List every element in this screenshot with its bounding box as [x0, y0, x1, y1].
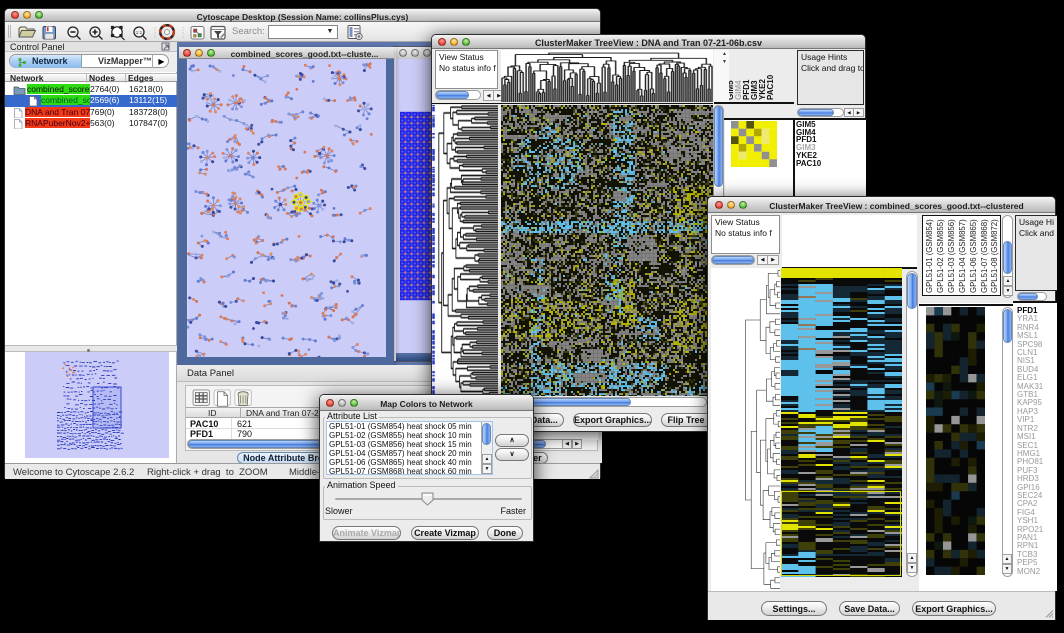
svg-text:GPL51-04 (GSM857): GPL51-04 (GSM857)	[958, 219, 967, 293]
svg-text:GPL51-06 (GSM865): GPL51-06 (GSM865)	[969, 219, 978, 293]
svg-text:1:1: 1:1	[136, 30, 143, 35]
svg-text:GPL51-07 (GSM868): GPL51-07 (GSM868)	[980, 219, 989, 293]
svg-text:GPL51-02 (GSM855): GPL51-02 (GSM855)	[936, 219, 945, 293]
svg-text:GPL51-03 (GSM856): GPL51-03 (GSM856)	[947, 219, 956, 293]
svg-text:GPL51-01 (GSM854): GPL51-01 (GSM854)	[925, 219, 934, 293]
svg-text:GPL51-08 (GSM872): GPL51-08 (GSM872)	[990, 219, 999, 293]
svg-text:PAC10: PAC10	[766, 74, 775, 100]
